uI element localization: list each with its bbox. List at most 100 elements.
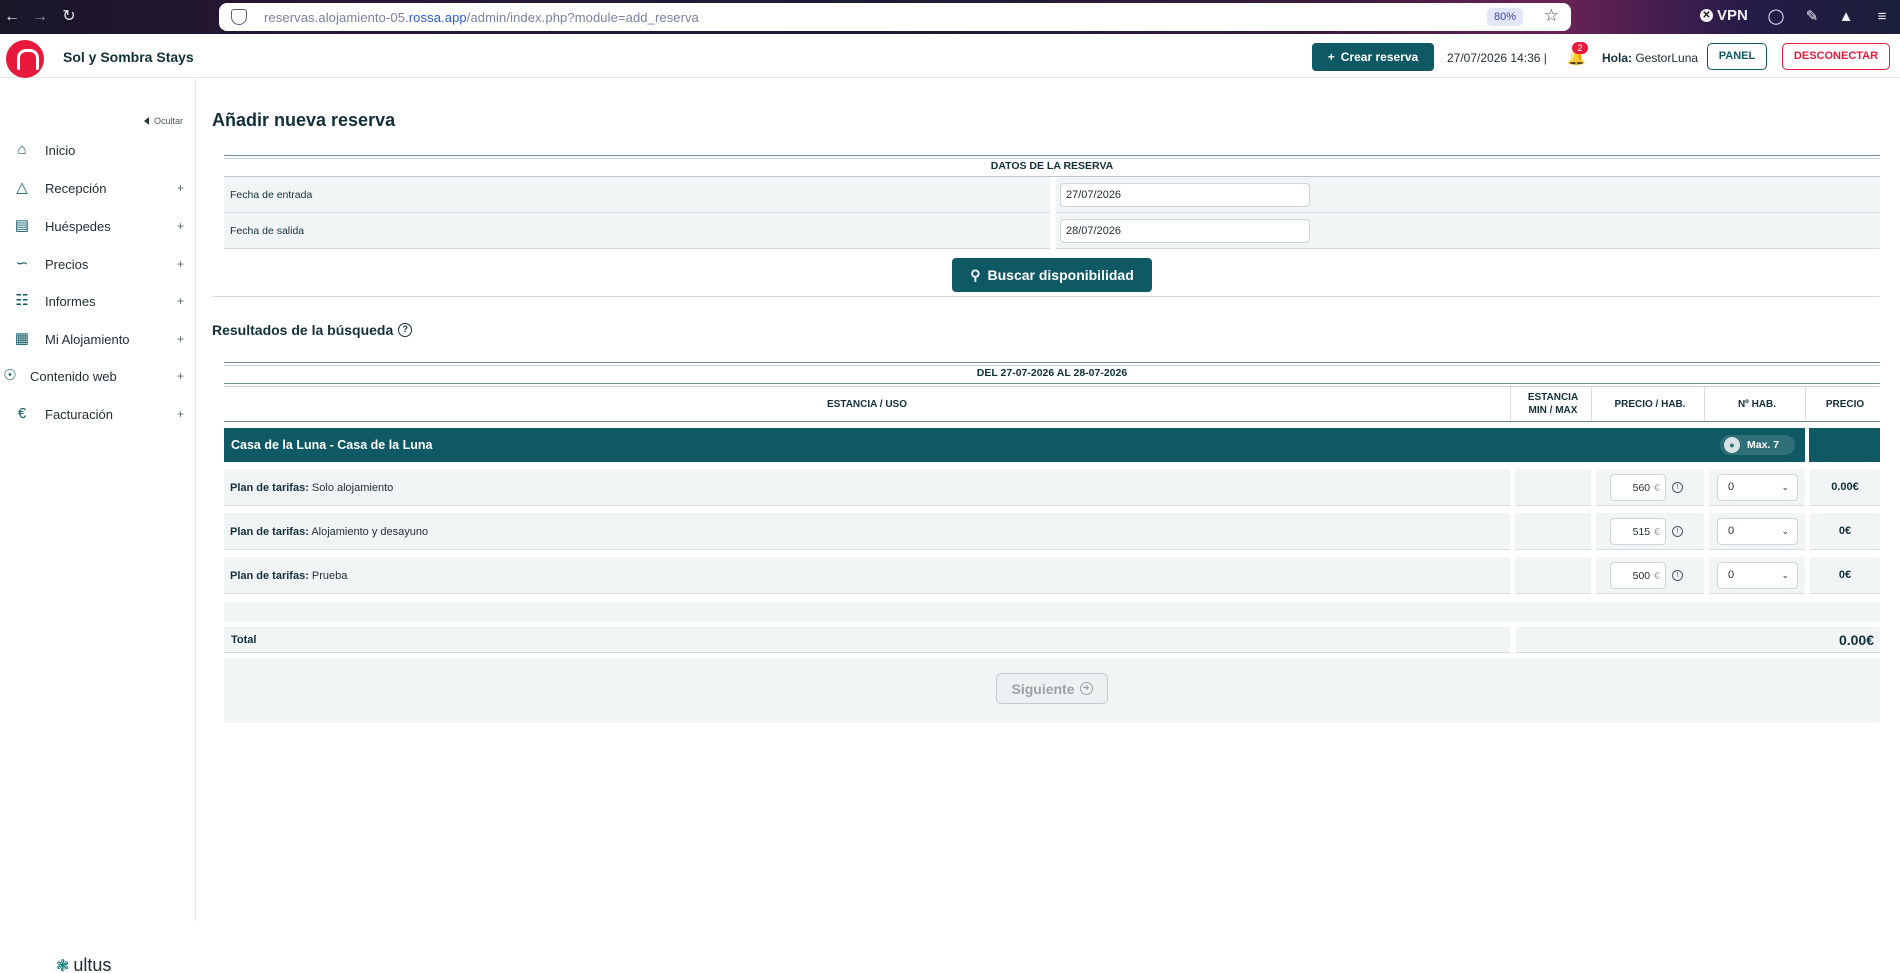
col-price-room: PRECIO / HAB. [1614,398,1686,410]
hide-sidebar-toggle[interactable]: Ocultar [144,116,183,126]
rooms-select[interactable]: 0 ⌄ [1717,562,1798,589]
results-table: DEL 27-07-2026 AL 28-07-2026 ESTANCIA / … [224,362,1880,594]
col-price: PRECIO [1825,398,1865,410]
expand-icon: + [177,369,185,383]
total-label-cell: Total [224,627,1510,653]
property-header: Casa de la Luna - Casa de la Luna ● Max.… [224,428,1805,462]
forward-icon[interactable]: → [30,7,50,27]
create-reservation-button[interactable]: + Crear reserva [1312,43,1434,71]
row-divider [1050,177,1056,213]
price-room-input[interactable]: 500 € [1610,562,1666,589]
account-icon[interactable]: ◯ [1766,7,1786,27]
checkout-date-input[interactable] [1060,219,1310,243]
browser-toolbar: ← → ↻ reservas.alojamiento-05.rossa.app/… [0,0,1900,34]
rate-row: Plan de tarifas: Prueba 500 € ! 0 ⌄ 0€ [224,557,1880,594]
menu-icon[interactable]: ≡ [1872,7,1892,27]
minmax-cell [1515,513,1591,550]
caret-left-icon [144,117,149,125]
logout-button[interactable]: DESCONECTAR [1782,43,1890,70]
invoice-icon: € [17,405,27,422]
date-range-header: DEL 27-07-2026 AL 28-07-2026 [224,362,1880,384]
extensions-icon[interactable]: ✎ [1802,7,1822,27]
reload-icon[interactable]: ↻ [59,7,79,27]
info-icon[interactable]: ! [1672,570,1683,581]
luggage-icon: ▤ [14,217,30,234]
sidebar-item-recepcion[interactable]: △ Recepción + [0,173,195,203]
checkout-label: Fecha de salida [230,225,305,237]
hide-sidebar-label: Ocultar [154,116,184,126]
property-name: Casa de la Luna - Casa de la Luna [231,438,433,452]
sidebar-item-huespedes[interactable]: ▤ Huéspedes + [0,211,195,241]
price-room-input[interactable]: 560 € [1610,474,1666,501]
sidebar-item-inicio[interactable]: ⌂ Inicio [0,135,195,165]
sidebar-item-precios[interactable]: ∽ Precios + [0,249,195,279]
notification-badge: 2 [1572,42,1588,54]
url-text: reservas.alojamiento-05.rossa.app/admin/… [264,9,699,25]
vpn-button[interactable]: ✕ VPN [1700,7,1748,24]
sidebar-item-informes[interactable]: ☷ Informes + [0,286,195,316]
search-availability-label: Buscar disponibilidad [987,267,1134,283]
checkin-row: Fecha de entrada [224,177,1880,213]
col-minmax: ESTANCIA MIN / MAX [1515,387,1591,421]
person-icon: ● [1724,437,1740,453]
back-icon[interactable]: ← [2,7,22,27]
results-table-header: ESTANCIA / USO ESTANCIA MIN / MAX PRECIO… [224,386,1880,422]
chart-icon: ∽ [15,255,29,272]
col-rooms: Nº HAB. [1737,398,1777,410]
arrow-right-circle-icon: ➜ [1079,682,1093,695]
rate-price: 0€ [1838,525,1852,537]
chevron-down-icon: ⌄ [1781,482,1789,492]
rooms-select[interactable]: 0 ⌄ [1717,518,1798,545]
search-availability-button[interactable]: ⚲ Buscar disponibilidad [952,258,1152,292]
info-icon[interactable]: ! [1672,482,1683,493]
bookmark-star-icon[interactable]: ☆ [1544,6,1559,26]
col-stay: ESTANCIA / USO [826,398,907,410]
next-button[interactable]: Siguiente ➜ [996,673,1108,704]
price-room-cell: 500 € ! [1596,557,1704,594]
brand-logo[interactable] [6,40,44,78]
expand-icon: + [177,219,185,233]
info-icon[interactable]: ! [1672,526,1683,537]
checkin-date-input[interactable] [1060,183,1310,207]
building-icon: ▦ [14,330,30,347]
brand-name: Sol y Sombra Stays [63,49,194,65]
address-bar[interactable]: reservas.alojamiento-05.rossa.app/admin/… [219,3,1571,31]
expand-icon: + [177,332,185,346]
sidebar-item-label: Huéspedes [45,218,111,234]
sidebar-item-label: Mi Alojamiento [45,331,130,347]
col-minmax-line2: MIN / MAX [1528,405,1578,416]
rooms-select[interactable]: 0 ⌄ [1717,474,1798,501]
max-guests-label: Max. 7 [1747,439,1780,451]
price-room-input[interactable]: 515 € [1610,518,1666,545]
footer-logo-text: ultus [73,955,112,973]
bell-desk-icon: △ [16,179,28,196]
rate-label: Plan de tarifas: Alojamiento y desayuno [230,526,429,538]
app-header: Sol y Sombra Stays + Crear reserva 27/07… [0,34,1900,78]
create-reservation-label: Crear reserva [1340,50,1419,64]
search-icon: ⚲ [970,266,981,283]
expand-icon: + [177,407,185,421]
rate-name-cell: Plan de tarifas: Prueba [224,557,1510,594]
results-title: Resultados de la búsqueda ? [212,322,413,338]
sidebar-item-label: Informes [45,293,96,309]
minmax-cell [1515,557,1591,594]
scroll-icon: ☷ [15,292,29,309]
price-cell: 0.00€ [1810,469,1880,506]
sidebar-item-facturacion[interactable]: € Facturación + [0,399,195,429]
flame-icon[interactable]: ▲ [1836,7,1856,27]
rate-price: 0.00€ [1831,481,1859,493]
checkin-label: Fecha de entrada [230,189,313,201]
zoom-badge[interactable]: 80% [1486,8,1523,26]
rate-price: 0€ [1838,569,1852,581]
column-divider [1805,387,1809,421]
sidebar-item-contenido-web[interactable]: ☉ Contenido web + [0,361,195,391]
expand-icon: + [177,294,185,308]
chevron-down-icon: ⌄ [1781,570,1789,580]
panel-button[interactable]: PANEL [1707,43,1767,70]
total-value: 0.00€ [1516,627,1880,653]
next-area: Siguiente ➜ [224,658,1880,723]
sidebar-item-mi-alojamiento[interactable]: ▦ Mi Alojamiento + [0,324,195,354]
reservation-form: DATOS DE LA RESERVA Fecha de entrada Fec… [224,155,1880,249]
help-icon[interactable]: ? [398,323,413,337]
sidebar-item-label: Precios [45,256,89,272]
